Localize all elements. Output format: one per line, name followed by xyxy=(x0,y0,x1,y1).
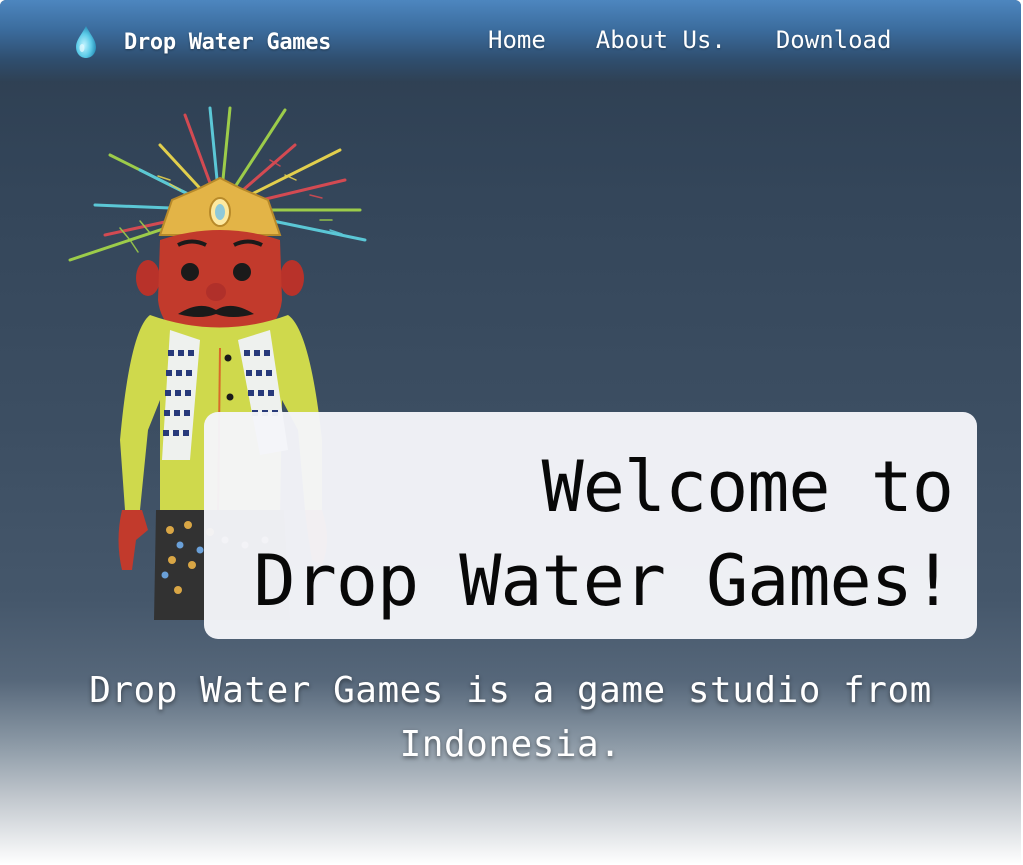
welcome-card: Welcome to Drop Water Games! xyxy=(204,412,977,639)
water-drop-icon xyxy=(76,26,96,58)
brand-name: Drop Water Games xyxy=(124,29,332,55)
nav-links: Home About Us. Download xyxy=(488,26,891,54)
brand[interactable]: Drop Water Games xyxy=(72,24,331,60)
nav-link-about-us[interactable]: About Us. xyxy=(596,26,726,54)
tagline: Drop Water Games is a game studio from I… xyxy=(89,670,932,765)
nav-link-download[interactable]: Download xyxy=(776,26,892,54)
navbar: Drop Water Games Home About Us. Download xyxy=(0,0,1021,82)
welcome-heading-line-1: Welcome to xyxy=(541,446,954,528)
nav-link-home[interactable]: Home xyxy=(488,26,546,54)
page: Drop Water Games Home About Us. Download xyxy=(0,0,1021,865)
welcome-heading-line-2: Drop Water Games! xyxy=(253,540,954,622)
